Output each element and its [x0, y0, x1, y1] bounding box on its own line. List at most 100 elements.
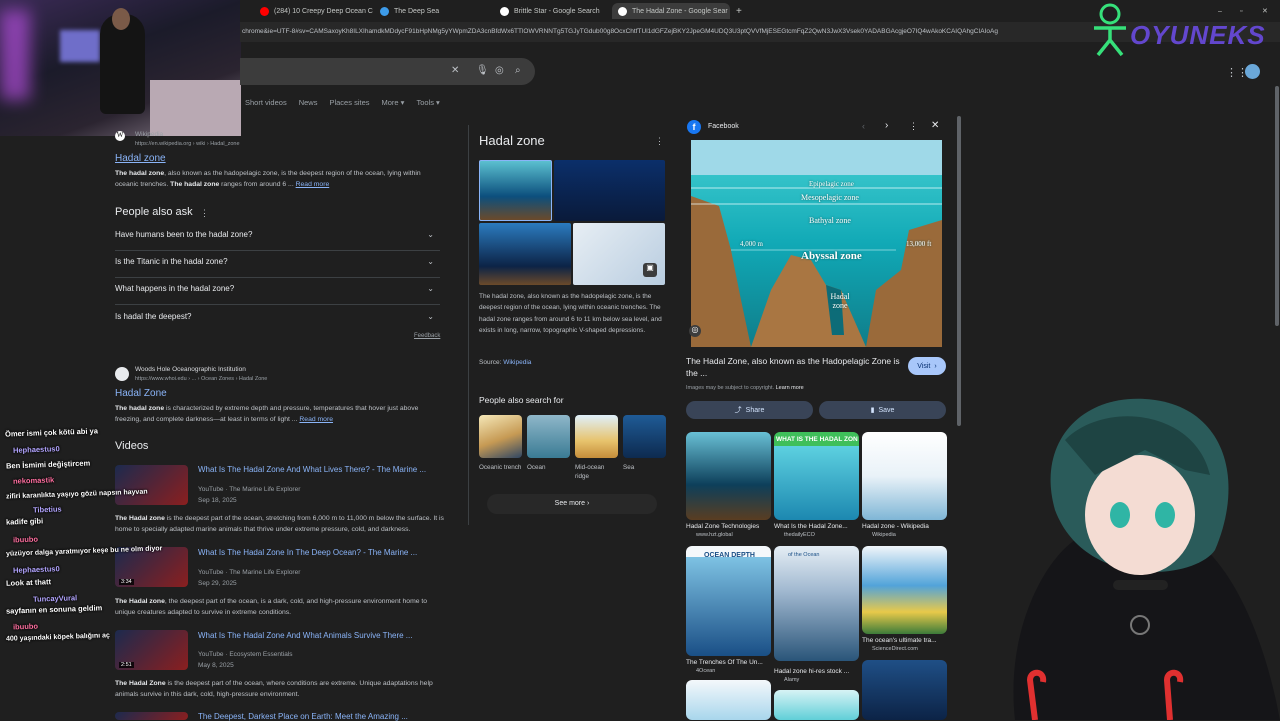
paa-question[interactable]: Is the Titanic in the hadal zone? ⌄	[115, 251, 440, 278]
related-caption[interactable]: Hadal zone - Wikipedia	[862, 523, 948, 530]
related-caption[interactable]: The Trenches Of The Un...	[686, 659, 772, 666]
visit-button[interactable]: Visit ›	[908, 357, 946, 375]
pasf-image[interactable]	[623, 415, 666, 458]
tab-hadal-zone[interactable]: The Hadal Zone - Google Sear	[612, 3, 730, 19]
pasf-image[interactable]	[479, 415, 522, 458]
related-image[interactable]	[774, 690, 859, 720]
pasf-image[interactable]	[575, 415, 618, 458]
tab-brittle-star[interactable]: Brittle Star - Google Search	[500, 3, 615, 19]
videos-heading: Videos	[115, 440, 149, 452]
save-button[interactable]: ▮ Save	[819, 401, 946, 419]
related-caption[interactable]: Hadal Zone Technologies	[686, 523, 772, 530]
avatar[interactable]	[1245, 64, 1260, 79]
related-image[interactable]: of the Ocean	[774, 546, 859, 661]
read-more-link[interactable]: Read more	[299, 416, 333, 423]
read-more-link[interactable]: Read more	[296, 181, 330, 188]
vtuber-illustration	[1013, 398, 1280, 720]
see-more-button[interactable]: See more ›	[487, 494, 657, 514]
paa-question[interactable]: Is hadal the deepest? ⌄	[115, 306, 440, 333]
google-icon	[500, 6, 509, 16]
whoi-icon	[115, 367, 129, 381]
viewer-caption[interactable]: The Hadal Zone, also known as the Hadope…	[686, 355, 901, 379]
tab-creepy-ocean[interactable]: (284) 10 Creepy Deep Ocean C	[260, 3, 378, 19]
related-image[interactable]: WHAT IS THE HADAL ZON	[774, 432, 859, 520]
video-thumbnail[interactable]	[115, 465, 188, 505]
gallery-icon[interactable]: ▣	[643, 263, 657, 277]
related-image[interactable]	[686, 680, 771, 720]
new-tab-button[interactable]: +	[736, 3, 748, 19]
kp-image[interactable]	[554, 160, 665, 221]
video-thumbnail[interactable]	[115, 712, 188, 720]
filter-news[interactable]: News	[299, 98, 318, 107]
filter-tools[interactable]: Tools ▾	[416, 98, 439, 107]
share-button[interactable]: ⤴ Share	[686, 401, 813, 419]
result-title-whoi[interactable]: Hadal Zone	[115, 388, 167, 399]
paa-question[interactable]: Have humans been to the hadal zone? ⌄	[115, 224, 440, 251]
pasf-label[interactable]: Mid-ocean ridge	[575, 463, 620, 481]
result-snippet: The hadal zone, also known as the hadope…	[115, 170, 421, 188]
related-caption[interactable]: The ocean's ultimate tra...	[862, 637, 948, 644]
video-title[interactable]: What Is The Hadal Zone In The Deep Ocean…	[198, 548, 417, 557]
related-source: ScienceDirect.com	[872, 646, 918, 652]
prev-arrow-icon[interactable]: ‹	[862, 121, 865, 131]
related-image[interactable]: OCEAN DEPTH	[686, 546, 771, 656]
microphone-icon[interactable]: 🎙	[476, 66, 489, 76]
logo-text: OYUNEKS	[1130, 20, 1266, 50]
search-icon[interactable]: ⌕	[515, 66, 521, 76]
pasf-image[interactable]	[527, 415, 570, 458]
clear-icon[interactable]: ✕	[451, 66, 459, 76]
hadal-zone-diagram[interactable]: Epipelagic zone Mesopelagic zone Bathyal…	[691, 140, 942, 347]
filter-short-videos[interactable]: Short videos	[245, 98, 287, 107]
paa-question[interactable]: What happens in the hadal zone? ⌄	[115, 278, 440, 305]
kp-title: Hadal zone	[479, 133, 545, 148]
channel-logo: OYUNEKS	[1088, 0, 1280, 58]
webcam-overlay	[0, 0, 241, 136]
learn-more-link[interactable]: Learn more	[776, 385, 804, 391]
zone-label: Mesopelagic zone	[801, 193, 859, 202]
next-arrow-icon[interactable]: ›	[885, 120, 888, 131]
related-source: Wikipedia	[872, 532, 896, 538]
more-options-icon[interactable]: ⋮	[909, 121, 918, 132]
result-url[interactable]: https://www.whoi.edu › ... › Ocean Zones…	[135, 376, 267, 382]
result-url[interactable]: https://en.wikipedia.org › wiki › Hadal_…	[135, 141, 240, 147]
filter-more[interactable]: More ▾	[382, 98, 405, 107]
result-title-hadal-zone[interactable]: Hadal zone	[115, 153, 166, 164]
feedback-link[interactable]: Feedback	[414, 333, 440, 339]
search-filters: Short videos News Places sites More ▾ To…	[245, 98, 440, 107]
result-site-name: Woods Hole Oceanographic Institution	[135, 366, 246, 373]
video-title[interactable]: What Is The Hadal Zone And What Lives Th…	[198, 465, 426, 474]
video-title[interactable]: What Is The Hadal Zone And What Animals …	[198, 631, 412, 640]
related-image[interactable]	[862, 546, 947, 634]
video-snippet: The Hadal zone is the deepest part of th…	[115, 515, 444, 533]
more-options-icon[interactable]: ⋮	[655, 136, 664, 147]
related-caption[interactable]: Hadal zone hi-res stock ...	[774, 668, 860, 675]
video-date: Sep 29, 2025	[198, 580, 237, 587]
close-icon[interactable]: ✕	[931, 120, 939, 131]
bookmark-icon: ▮	[870, 407, 875, 414]
filter-places[interactable]: Places sites	[329, 98, 369, 107]
lens-icon[interactable]: ◎	[495, 66, 504, 76]
lens-icon[interactable]: ◎	[689, 325, 701, 337]
kp-image[interactable]	[479, 223, 571, 285]
related-caption[interactable]: What Is the Hadal Zone...	[774, 523, 860, 530]
chat-username: nekomastik	[12, 475, 55, 486]
kp-image[interactable]: ▣	[573, 223, 665, 285]
page-scrollbar[interactable]	[1275, 86, 1279, 326]
pasf-label[interactable]: Ocean	[527, 463, 572, 472]
pasf-label[interactable]: Sea	[623, 463, 668, 472]
related-image[interactable]	[862, 432, 947, 520]
video-thumbnail[interactable]: 2:51	[115, 630, 188, 670]
pasf-label[interactable]: Oceanic trench	[479, 463, 524, 472]
chat-username: Hephaestus0	[12, 564, 60, 575]
vtuber-avatar	[945, 380, 1280, 720]
related-image[interactable]	[862, 660, 947, 720]
video-date: Sep 18, 2025	[198, 497, 237, 504]
tab-deep-sea[interactable]: The Deep Sea	[380, 3, 495, 19]
facebook-icon: f	[687, 120, 701, 134]
kp-source-link[interactable]: Wikipedia	[503, 359, 531, 366]
kp-image[interactable]	[479, 160, 552, 221]
search-box[interactable]: ✕ 🎙 ◎ ⌕	[240, 58, 535, 85]
related-image[interactable]	[686, 432, 771, 520]
chat-message: Ömer ismi çok kötü abi ya	[4, 426, 99, 439]
more-options-icon[interactable]: ⋮	[200, 208, 209, 219]
